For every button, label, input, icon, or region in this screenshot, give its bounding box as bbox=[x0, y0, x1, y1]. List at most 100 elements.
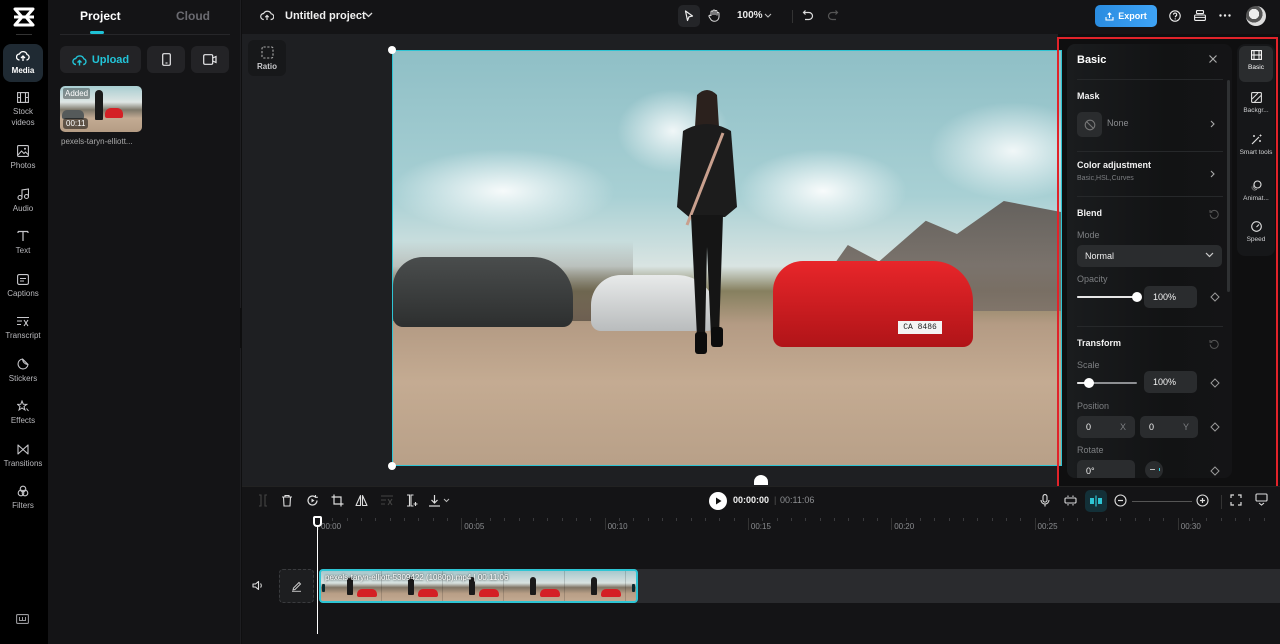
close-icon[interactable] bbox=[1208, 54, 1218, 64]
rotate-input[interactable]: 0° bbox=[1077, 460, 1135, 478]
cloud-sync-icon[interactable] bbox=[260, 9, 274, 21]
rotate-handle[interactable] bbox=[754, 475, 768, 485]
transform-reset-icon[interactable] bbox=[1209, 339, 1219, 349]
rail-item-effects[interactable]: Effects bbox=[3, 398, 43, 428]
scale-keyframe-icon[interactable] bbox=[1210, 378, 1220, 388]
split-icon[interactable] bbox=[257, 494, 269, 507]
zoom-in-icon[interactable] bbox=[1196, 494, 1209, 507]
storage-icon[interactable] bbox=[1194, 10, 1206, 21]
media-item[interactable]: Added 00:11 bbox=[60, 86, 142, 132]
rail-item-label: Audio bbox=[12, 204, 34, 213]
capcut-logo-icon[interactable] bbox=[12, 6, 36, 28]
zoom-level[interactable]: 100% bbox=[737, 10, 763, 21]
snap-toggle[interactable] bbox=[1085, 490, 1107, 512]
video-clip[interactable]: pexels-taryn-elliott-5309422 (1080p).mp4… bbox=[319, 569, 638, 603]
microphone-icon[interactable] bbox=[1040, 494, 1050, 507]
rail-item-audio[interactable]: Audio bbox=[3, 186, 43, 216]
rotate-dial[interactable] bbox=[1145, 461, 1163, 478]
download-chevron-down-icon[interactable] bbox=[443, 498, 450, 503]
divider bbox=[1077, 79, 1223, 80]
tab-project[interactable]: Project bbox=[80, 9, 121, 23]
more-options-icon[interactable] bbox=[1219, 14, 1231, 17]
tab-background[interactable]: Backgr... bbox=[1239, 88, 1273, 120]
rail-item-media[interactable]: Media bbox=[3, 44, 43, 82]
tab-cloud[interactable]: Cloud bbox=[176, 9, 210, 23]
remove-background-icon[interactable] bbox=[380, 494, 394, 506]
rail-item-stickers[interactable]: Stickers bbox=[3, 356, 43, 386]
opacity-slider-knob[interactable] bbox=[1132, 292, 1142, 302]
redo-icon[interactable] bbox=[827, 9, 839, 21]
edit-cover-button[interactable] bbox=[279, 569, 314, 603]
help-icon[interactable] bbox=[1169, 10, 1181, 22]
clip-trim-handle-right[interactable] bbox=[632, 584, 635, 592]
video-preview[interactable]: CA 8486 bbox=[392, 50, 1062, 466]
feedback-icon[interactable] bbox=[1255, 493, 1268, 506]
color-adjustment-title[interactable]: Color adjustment bbox=[1077, 160, 1151, 170]
delete-icon[interactable] bbox=[281, 494, 293, 507]
rail-item-transitions[interactable]: Transitions bbox=[3, 441, 43, 471]
rail-item-transcript[interactable]: Transcript bbox=[3, 313, 43, 343]
resize-handle-bottom-left[interactable] bbox=[388, 462, 396, 470]
rail-item-captions[interactable]: Captions bbox=[3, 271, 43, 301]
export-button[interactable]: Export bbox=[1095, 5, 1157, 27]
link-track-icon[interactable] bbox=[1064, 494, 1077, 507]
opacity-keyframe-icon[interactable] bbox=[1210, 292, 1220, 302]
position-keyframe-icon[interactable] bbox=[1210, 422, 1220, 432]
rail-item-text[interactable]: Text bbox=[3, 228, 43, 258]
project-title[interactable]: Untitled project bbox=[285, 10, 366, 22]
record-button[interactable] bbox=[191, 46, 229, 73]
rail-item-photos[interactable]: Photos bbox=[3, 143, 43, 173]
tab-smart-tools[interactable]: Smart tools bbox=[1239, 130, 1273, 168]
download-icon[interactable] bbox=[428, 494, 441, 507]
scale-slider-knob[interactable] bbox=[1084, 378, 1094, 388]
ruler-minor-tick bbox=[762, 518, 764, 521]
undo-icon[interactable] bbox=[802, 9, 814, 21]
tab-label: Smart tools bbox=[1239, 149, 1273, 156]
playhead-line[interactable] bbox=[317, 516, 318, 634]
ratio-button[interactable]: Ratio bbox=[248, 40, 286, 76]
keyboard-shortcuts-icon[interactable] bbox=[16, 614, 29, 624]
replace-icon[interactable] bbox=[306, 494, 319, 507]
timeline[interactable]: 00:00 00:05 00:10 00:15 00:20 00:25 00:30 pexe… bbox=[242, 516, 1280, 644]
timeline-zoom-slider[interactable] bbox=[1132, 501, 1192, 502]
position-y-input[interactable]: 0 Y bbox=[1140, 416, 1198, 438]
inspector-title: Basic bbox=[1077, 54, 1107, 66]
chevron-down-icon[interactable] bbox=[364, 12, 373, 18]
scale-slider[interactable] bbox=[1077, 378, 1137, 388]
tab-speed[interactable]: Speed bbox=[1239, 217, 1273, 249]
mask-value[interactable]: None bbox=[1107, 118, 1129, 128]
rail-item-filters[interactable]: Filters bbox=[3, 483, 43, 513]
position-x-input[interactable]: 0 X bbox=[1077, 416, 1135, 438]
opacity-input[interactable]: 100% bbox=[1144, 286, 1197, 308]
tab-basic[interactable]: Basic bbox=[1239, 46, 1273, 82]
hand-tool-icon[interactable] bbox=[708, 9, 720, 22]
scale-input[interactable]: 100% bbox=[1144, 371, 1197, 393]
rail-item-stock-videos[interactable]: Stock videos bbox=[3, 90, 43, 130]
upload-button[interactable]: Upload bbox=[60, 46, 141, 73]
mask-chevron-right-icon[interactable] bbox=[1210, 120, 1215, 128]
freeze-frame-icon[interactable] bbox=[405, 494, 418, 507]
flip-icon[interactable] bbox=[355, 494, 368, 507]
mask-none-icon[interactable] bbox=[1077, 112, 1102, 137]
resize-handle-top-left[interactable] bbox=[388, 46, 396, 54]
rotate-keyframe-icon[interactable] bbox=[1210, 466, 1220, 476]
zoom-out-icon[interactable] bbox=[1114, 494, 1127, 507]
playhead-handle[interactable] bbox=[313, 516, 322, 527]
user-avatar[interactable] bbox=[1246, 6, 1266, 26]
blend-mode-select[interactable]: Normal bbox=[1077, 245, 1222, 267]
ruler-minor-tick bbox=[1192, 518, 1194, 521]
tab-animation[interactable]: Animat... bbox=[1239, 176, 1273, 208]
preview-canvas: Ratio CA 8486 bbox=[242, 34, 1062, 486]
zoom-chevron-down-icon[interactable] bbox=[764, 13, 772, 18]
blend-reset-icon[interactable] bbox=[1209, 209, 1219, 219]
play-button[interactable] bbox=[709, 492, 727, 510]
select-tool-button[interactable] bbox=[678, 5, 700, 27]
crop-icon[interactable] bbox=[331, 494, 344, 507]
upload-from-phone-button[interactable] bbox=[147, 46, 185, 73]
color-adjustment-chevron-right-icon[interactable] bbox=[1210, 170, 1215, 178]
mute-track-icon[interactable] bbox=[252, 580, 264, 591]
opacity-slider[interactable] bbox=[1077, 292, 1142, 302]
inspector-scrollbar[interactable] bbox=[1227, 80, 1230, 292]
clip-trim-handle-left[interactable] bbox=[322, 584, 325, 592]
fullscreen-icon[interactable] bbox=[1230, 494, 1242, 506]
